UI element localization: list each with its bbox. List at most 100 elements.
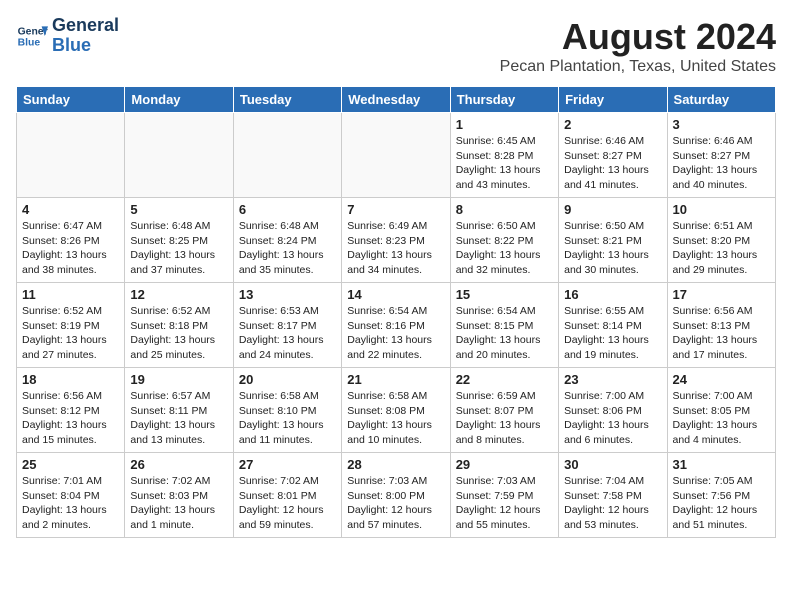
month-title: August 2024	[500, 16, 776, 58]
logo: General Blue General Blue	[16, 16, 119, 56]
day-info: Sunrise: 6:50 AMSunset: 8:22 PMDaylight:…	[456, 219, 553, 278]
calendar-cell: 31 Sunrise: 7:05 AMSunset: 7:56 PMDayligh…	[667, 453, 775, 538]
weekday-header-friday: Friday	[559, 87, 667, 113]
day-number: 18	[22, 372, 119, 387]
day-number: 2	[564, 117, 661, 132]
day-info: Sunrise: 7:03 AMSunset: 7:59 PMDaylight:…	[456, 474, 553, 533]
weekday-header-tuesday: Tuesday	[233, 87, 341, 113]
day-info: Sunrise: 7:04 AMSunset: 7:58 PMDaylight:…	[564, 474, 661, 533]
calendar-cell: 28Sunrise: 7:03 AMSunset: 8:00 PMDayligh…	[342, 453, 450, 538]
calendar-cell: 25 Sunrise: 7:01 AMSunset: 8:04 PMDayligh…	[17, 453, 125, 538]
day-info: Sunrise: 7:02 AMSunset: 8:01 PMDaylight:…	[239, 474, 336, 533]
calendar-cell: 5 Sunrise: 6:48 AMSunset: 8:25 PMDaylight…	[125, 198, 233, 283]
calendar-cell: 4Sunrise: 6:47 AMSunset: 8:26 PMDaylight…	[17, 198, 125, 283]
week-row-3: 11 Sunrise: 6:52 AMSunset: 8:19 PMDayligh…	[17, 283, 776, 368]
day-info: Sunrise: 6:52 AMSunset: 8:19 PMDaylight:…	[22, 304, 119, 363]
calendar-cell: 22Sunrise: 6:59 AMSunset: 8:07 PMDayligh…	[450, 368, 558, 453]
day-number: 19	[130, 372, 227, 387]
page-header: General Blue General Blue August 2024 Pe…	[16, 16, 776, 76]
calendar-cell: 2 Sunrise: 6:46 AMSunset: 8:27 PMDaylight…	[559, 113, 667, 198]
day-number: 10	[673, 202, 770, 217]
weekday-header-monday: Monday	[125, 87, 233, 113]
weekday-header-sunday: Sunday	[17, 87, 125, 113]
day-number: 21	[347, 372, 444, 387]
day-info: Sunrise: 6:47 AMSunset: 8:26 PMDaylight:…	[22, 219, 119, 278]
calendar-cell: 12 Sunrise: 6:52 AMSunset: 8:18 PMDayligh…	[125, 283, 233, 368]
day-info: Sunrise: 6:52 AMSunset: 8:18 PMDaylight:…	[130, 304, 227, 363]
day-info: Sunrise: 6:55 AMSunset: 8:14 PMDaylight:…	[564, 304, 661, 363]
week-row-1: 1Sunrise: 6:45 AMSunset: 8:28 PMDaylight…	[17, 113, 776, 198]
week-row-5: 25 Sunrise: 7:01 AMSunset: 8:04 PMDayligh…	[17, 453, 776, 538]
calendar-cell: 30 Sunrise: 7:04 AMSunset: 7:58 PMDayligh…	[559, 453, 667, 538]
calendar-cell: 9 Sunrise: 6:50 AMSunset: 8:21 PMDaylight…	[559, 198, 667, 283]
day-number: 17	[673, 287, 770, 302]
logo-text: General Blue	[52, 16, 119, 56]
calendar-cell: 6 Sunrise: 6:48 AMSunset: 8:24 PMDaylight…	[233, 198, 341, 283]
calendar-cell: 11 Sunrise: 6:52 AMSunset: 8:19 PMDayligh…	[17, 283, 125, 368]
location-title: Pecan Plantation, Texas, United States	[500, 58, 776, 76]
day-info: Sunrise: 7:00 AMSunset: 8:05 PMDaylight:…	[673, 389, 770, 448]
day-info: Sunrise: 6:54 AMSunset: 8:15 PMDaylight:…	[456, 304, 553, 363]
day-number: 20	[239, 372, 336, 387]
day-info: Sunrise: 6:53 AMSunset: 8:17 PMDaylight:…	[239, 304, 336, 363]
calendar-cell: 14Sunrise: 6:54 AMSunset: 8:16 PMDayligh…	[342, 283, 450, 368]
day-info: Sunrise: 7:02 AMSunset: 8:03 PMDaylight:…	[130, 474, 227, 533]
day-info: Sunrise: 6:46 AMSunset: 8:27 PMDaylight:…	[564, 134, 661, 193]
day-info: Sunrise: 6:58 AMSunset: 8:08 PMDaylight:…	[347, 389, 444, 448]
day-number: 5	[130, 202, 227, 217]
day-info: Sunrise: 6:46 AMSunset: 8:27 PMDaylight:…	[673, 134, 770, 193]
day-number: 9	[564, 202, 661, 217]
weekday-header-saturday: Saturday	[667, 87, 775, 113]
day-number: 15	[456, 287, 553, 302]
calendar-cell	[17, 113, 125, 198]
day-number: 29	[456, 457, 553, 472]
calendar-cell: 16Sunrise: 6:55 AMSunset: 8:14 PMDayligh…	[559, 283, 667, 368]
day-info: Sunrise: 6:50 AMSunset: 8:21 PMDaylight:…	[564, 219, 661, 278]
title-block: August 2024 Pecan Plantation, Texas, Uni…	[500, 16, 776, 76]
day-number: 30	[564, 457, 661, 472]
day-number: 11	[22, 287, 119, 302]
day-info: Sunrise: 6:48 AMSunset: 8:25 PMDaylight:…	[130, 219, 227, 278]
day-info: Sunrise: 7:03 AMSunset: 8:00 PMDaylight:…	[347, 474, 444, 533]
calendar-cell: 24 Sunrise: 7:00 AMSunset: 8:05 PMDayligh…	[667, 368, 775, 453]
calendar-cell: 18 Sunrise: 6:56 AMSunset: 8:12 PMDayligh…	[17, 368, 125, 453]
weekday-header-row: SundayMondayTuesdayWednesdayThursdayFrid…	[17, 87, 776, 113]
svg-text:Blue: Blue	[18, 37, 41, 48]
day-info: Sunrise: 7:01 AMSunset: 8:04 PMDaylight:…	[22, 474, 119, 533]
day-info: Sunrise: 6:54 AMSunset: 8:16 PMDaylight:…	[347, 304, 444, 363]
calendar-cell: 23 Sunrise: 7:00 AMSunset: 8:06 PMDayligh…	[559, 368, 667, 453]
day-info: Sunrise: 7:00 AMSunset: 8:06 PMDaylight:…	[564, 389, 661, 448]
day-number: 12	[130, 287, 227, 302]
day-number: 26	[130, 457, 227, 472]
day-number: 24	[673, 372, 770, 387]
day-info: Sunrise: 7:05 AMSunset: 7:56 PMDaylight:…	[673, 474, 770, 533]
day-number: 3	[673, 117, 770, 132]
weekday-header-thursday: Thursday	[450, 87, 558, 113]
calendar-cell: 20Sunrise: 6:58 AMSunset: 8:10 PMDayligh…	[233, 368, 341, 453]
day-number: 25	[22, 457, 119, 472]
day-info: Sunrise: 6:48 AMSunset: 8:24 PMDaylight:…	[239, 219, 336, 278]
calendar-cell	[125, 113, 233, 198]
week-row-4: 18 Sunrise: 6:56 AMSunset: 8:12 PMDayligh…	[17, 368, 776, 453]
calendar-cell: 21 Sunrise: 6:58 AMSunset: 8:08 PMDayligh…	[342, 368, 450, 453]
day-number: 8	[456, 202, 553, 217]
day-number: 22	[456, 372, 553, 387]
day-number: 31	[673, 457, 770, 472]
calendar-cell: 17Sunrise: 6:56 AMSunset: 8:13 PMDayligh…	[667, 283, 775, 368]
calendar-cell: 10Sunrise: 6:51 AMSunset: 8:20 PMDayligh…	[667, 198, 775, 283]
calendar-cell	[342, 113, 450, 198]
day-number: 23	[564, 372, 661, 387]
calendar-cell: 8 Sunrise: 6:50 AMSunset: 8:22 PMDaylight…	[450, 198, 558, 283]
day-info: Sunrise: 6:56 AMSunset: 8:12 PMDaylight:…	[22, 389, 119, 448]
calendar-cell: 3 Sunrise: 6:46 AMSunset: 8:27 PMDaylight…	[667, 113, 775, 198]
day-info: Sunrise: 6:49 AMSunset: 8:23 PMDaylight:…	[347, 219, 444, 278]
day-info: Sunrise: 6:57 AMSunset: 8:11 PMDaylight:…	[130, 389, 227, 448]
day-number: 6	[239, 202, 336, 217]
day-number: 13	[239, 287, 336, 302]
calendar-cell: 26 Sunrise: 7:02 AMSunset: 8:03 PMDayligh…	[125, 453, 233, 538]
calendar-cell: 1Sunrise: 6:45 AMSunset: 8:28 PMDaylight…	[450, 113, 558, 198]
day-info: Sunrise: 6:45 AMSunset: 8:28 PMDaylight:…	[456, 134, 553, 193]
calendar-cell: 19 Sunrise: 6:57 AMSunset: 8:11 PMDayligh…	[125, 368, 233, 453]
calendar-cell: 7 Sunrise: 6:49 AMSunset: 8:23 PMDaylight…	[342, 198, 450, 283]
day-number: 7	[347, 202, 444, 217]
